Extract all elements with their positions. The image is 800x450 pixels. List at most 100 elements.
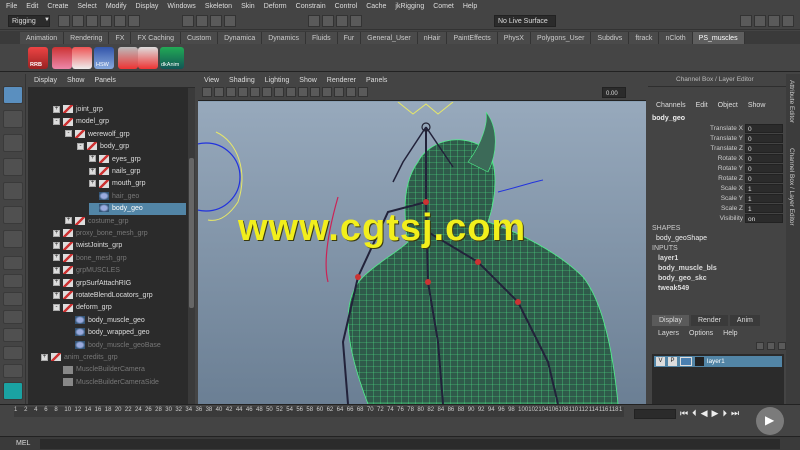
menu-item-jkrigging[interactable]: jkRigging xyxy=(395,3,424,10)
hsw-button[interactable]: HSW xyxy=(94,47,114,69)
collapse-icon[interactable]: - xyxy=(65,130,72,138)
expand-icon[interactable]: + xyxy=(53,279,60,287)
menu-item-file[interactable]: File xyxy=(6,3,17,10)
menu-item-windows[interactable]: Windows xyxy=(167,3,195,10)
channel-row[interactable]: Rotate Z0 xyxy=(648,174,786,184)
layout-single-icon[interactable] xyxy=(3,256,23,270)
menu-item-constrain[interactable]: Constrain xyxy=(296,3,326,10)
outliner-row[interactable]: - body_grp xyxy=(77,141,186,153)
shelf-tab-ps-muscles[interactable]: PS_muscles xyxy=(692,32,745,44)
shape-name[interactable]: body_geoShape xyxy=(656,235,707,242)
snap-curve-icon[interactable] xyxy=(196,15,208,27)
outliner-row[interactable]: - deform_grp xyxy=(53,302,186,314)
layer-tab-display[interactable]: Display xyxy=(652,315,689,326)
outliner-row[interactable]: MuscleBuilderCamera xyxy=(53,364,186,376)
channel-row[interactable]: Visibility on xyxy=(648,214,786,224)
channel-row[interactable]: Rotate X0 xyxy=(648,154,786,164)
mel-input[interactable] xyxy=(40,439,780,449)
channel-menu-channels[interactable]: Channels xyxy=(656,102,686,109)
scrollbar-thumb[interactable] xyxy=(189,158,194,308)
play-overlay-button[interactable]: ▶ xyxy=(756,407,784,435)
viewport-menu-shading[interactable]: Shading xyxy=(229,77,255,84)
input-node[interactable]: body_muscle_bls xyxy=(658,265,778,275)
xray-icon[interactable] xyxy=(346,87,356,97)
outliner-row[interactable]: + costume_grp xyxy=(65,216,186,228)
outliner-row[interactable]: + anim_credits_grp xyxy=(41,352,186,364)
go-start-icon[interactable]: ⏮ xyxy=(680,408,688,419)
menu-item-skin[interactable]: Skin xyxy=(241,3,255,10)
channel-value[interactable]: on xyxy=(745,214,783,223)
outliner-row[interactable]: + joint_grp xyxy=(53,104,186,116)
panel-toggle-icon[interactable] xyxy=(768,15,780,27)
shelf-tab-polygons-user[interactable]: Polygons_User xyxy=(530,32,592,44)
outliner-row[interactable]: - werewolf_grp xyxy=(65,129,186,141)
channel-value[interactable]: 0 xyxy=(745,124,783,133)
viewport-menu-show[interactable]: Show xyxy=(299,77,317,84)
input-node[interactable]: layer1 xyxy=(658,255,778,265)
playback-toggle[interactable]: P xyxy=(668,357,677,366)
menu-item-cache[interactable]: Cache xyxy=(366,3,386,10)
shelf-tool-button[interactable] xyxy=(52,47,72,69)
collapse-icon[interactable]: - xyxy=(53,118,60,126)
layer-color-swatch[interactable] xyxy=(680,357,692,366)
camera-select-icon[interactable] xyxy=(202,87,212,97)
lights-icon[interactable] xyxy=(322,87,332,97)
expand-icon[interactable]: + xyxy=(53,242,60,250)
expand-icon[interactable]: + xyxy=(89,155,96,163)
expand-icon[interactable]: + xyxy=(53,266,60,274)
play-forward-icon[interactable]: ▶ xyxy=(712,408,719,419)
exposure-field[interactable]: 0.00 xyxy=(602,87,626,98)
paint-weights-icon[interactable] xyxy=(3,230,23,248)
expand-icon[interactable]: + xyxy=(53,291,60,299)
dkanim-button[interactable]: dkAnim xyxy=(160,47,184,69)
menu-item-comet[interactable]: Comet xyxy=(433,3,454,10)
outliner-row[interactable]: - model_grp xyxy=(53,116,186,128)
snap-point-icon[interactable] xyxy=(210,15,222,27)
outliner-row[interactable]: + nails_grp xyxy=(89,166,186,178)
current-frame-field[interactable] xyxy=(634,409,676,419)
scale-tool-icon[interactable] xyxy=(3,206,23,224)
channel-row[interactable]: Rotate Y0 xyxy=(648,164,786,174)
image-plane-icon[interactable] xyxy=(238,87,248,97)
outliner-row[interactable]: + grpMUSCLES xyxy=(53,265,186,277)
outliner-row[interactable]: + eyes_grp xyxy=(89,154,186,166)
channel-row[interactable]: Scale X1 xyxy=(648,184,786,194)
channel-menu-object[interactable]: Object xyxy=(718,102,738,109)
layout-four-icon[interactable] xyxy=(3,274,23,288)
new-scene-icon[interactable] xyxy=(58,15,70,27)
resolution-gate-icon[interactable] xyxy=(274,87,284,97)
expand-icon[interactable]: + xyxy=(41,353,48,361)
expand-icon[interactable]: + xyxy=(53,229,60,237)
live-surface-field[interactable]: No Live Surface xyxy=(494,15,556,27)
channel-row[interactable]: Scale Y1 xyxy=(648,194,786,204)
panel-toggle-icon[interactable] xyxy=(740,15,752,27)
layout-hypershade-icon[interactable] xyxy=(3,346,23,360)
channel-row[interactable]: Scale Z1 xyxy=(648,204,786,214)
expand-icon[interactable]: + xyxy=(89,167,96,175)
camera-attr-icon[interactable] xyxy=(214,87,224,97)
new-layer-icon[interactable] xyxy=(778,342,786,350)
layer-menu-help[interactable]: Help xyxy=(723,330,737,337)
select-tool-icon[interactable] xyxy=(3,86,23,104)
outliner-row[interactable]: + grpSurfAttachRIG xyxy=(53,278,186,290)
outliner-row[interactable]: + rotateBlendLocators_grp xyxy=(53,290,186,302)
grid-icon[interactable] xyxy=(250,87,260,97)
snap-grid-icon[interactable] xyxy=(182,15,194,27)
step-back-icon[interactable]: ⏴ xyxy=(692,408,697,419)
outliner-menu-show[interactable]: Show xyxy=(67,77,85,84)
menu-item-select[interactable]: Select xyxy=(77,3,96,10)
outliner-menu-panels[interactable]: Panels xyxy=(94,77,115,84)
channel-value[interactable]: 1 xyxy=(745,184,783,193)
layout-outliner-icon[interactable] xyxy=(3,310,23,324)
shelf-tab-animation[interactable]: Animation xyxy=(20,32,65,44)
input-node[interactable]: body_geo_skc xyxy=(658,275,778,285)
select-object-icon[interactable] xyxy=(114,15,126,27)
outliner-row[interactable]: + mouth_grp xyxy=(89,178,186,190)
shelf-tool-button[interactable] xyxy=(138,47,158,69)
outliner-scrollbar[interactable] xyxy=(188,88,195,404)
bookmark-icon[interactable] xyxy=(226,87,236,97)
paint-select-icon[interactable] xyxy=(3,134,23,152)
layout-graph-icon[interactable] xyxy=(3,328,23,342)
move-tool-icon[interactable] xyxy=(3,158,23,176)
layer-down-icon[interactable] xyxy=(767,342,775,350)
